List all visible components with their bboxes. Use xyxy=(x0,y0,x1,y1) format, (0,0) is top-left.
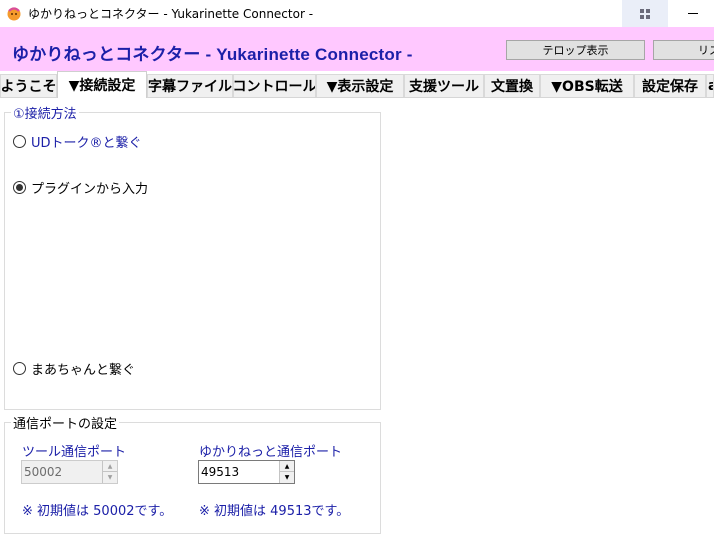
radio-udtalk-label: UDトーク®と繋ぐ xyxy=(31,136,142,151)
radio-maachan-label: まあちゃんと繋ぐ xyxy=(31,363,136,378)
minimize-icon xyxy=(688,13,698,14)
spin-up-arrow-icon[interactable]: ▲ xyxy=(103,461,117,472)
tab-obs-transfer[interactable]: ▼OBS転送 xyxy=(540,74,634,97)
yukarinette-port-stepper[interactable]: ▲ ▼ xyxy=(198,460,295,484)
tab-overflow[interactable]: a xyxy=(706,74,714,97)
tab-display-settings[interactable]: ▼表示設定 xyxy=(316,74,404,97)
tool-port-label: ツール通信ポート xyxy=(22,445,127,460)
connection-method-legend: ①接続方法 xyxy=(11,103,79,122)
snap-layout-button[interactable] xyxy=(622,0,668,27)
radio-maachan[interactable]: まあちゃんと繋ぐ xyxy=(13,359,135,378)
minimize-button[interactable] xyxy=(672,0,714,27)
radio-plugin-input[interactable]: プラグインから入力 xyxy=(13,178,148,197)
tool-port-default-note: ※ 初期値は 50002です。 xyxy=(22,504,173,519)
tab-control[interactable]: コントロール xyxy=(233,74,316,97)
tab-subtitle-file[interactable]: 字幕ファイル xyxy=(147,74,233,97)
spin-down-arrow-icon[interactable]: ▼ xyxy=(103,472,117,483)
app-header: ゆかりねっとコネクター - Yukarinette Connector - テロ… xyxy=(0,27,714,71)
radio-button-unchecked[interactable] xyxy=(13,362,26,375)
port-settings-legend: 通信ポートの設定 xyxy=(11,413,120,432)
tab-welcome[interactable]: ようこそ xyxy=(0,74,57,97)
app-title: ゆかりねっとコネクター - Yukarinette Connector - xyxy=(12,45,413,64)
radio-button-checked[interactable] xyxy=(13,181,26,194)
radio-udtalk[interactable]: UDトーク®と繋ぐ xyxy=(13,132,142,151)
tool-port-stepper[interactable]: ▲ ▼ xyxy=(21,460,118,484)
telop-display-button[interactable]: テロップ表示 xyxy=(506,40,645,60)
tab-support-tools[interactable]: 支援ツール xyxy=(404,74,484,97)
yukarinette-port-spin-buttons: ▲ ▼ xyxy=(279,461,294,483)
tool-port-input[interactable] xyxy=(22,461,100,483)
window-title: ゆかりねっとコネクター - Yukarinette Connector - xyxy=(28,7,314,21)
spin-down-arrow-icon[interactable]: ▼ xyxy=(280,472,294,483)
title-bar: ゆかりねっとコネクター - Yukarinette Connector - xyxy=(0,0,714,27)
yukarinette-port-input[interactable] xyxy=(199,461,277,483)
tab-connection-settings[interactable]: ▼接続設定 xyxy=(57,71,147,98)
list-button[interactable]: リス xyxy=(653,40,714,60)
radio-plugin-input-label: プラグインから入力 xyxy=(31,182,149,197)
app-logo-icon xyxy=(7,7,21,21)
yukarinette-port-default-note: ※ 初期値は 49513です。 xyxy=(199,504,350,519)
grid-icon xyxy=(640,8,650,19)
tab-text-replace[interactable]: 文置換 xyxy=(484,74,540,97)
yukarinette-port-label: ゆかりねっと通信ポート xyxy=(199,445,343,460)
tab-save-settings[interactable]: 設定保存 xyxy=(634,74,706,97)
radio-button-unchecked[interactable] xyxy=(13,135,26,148)
tool-port-spin-buttons: ▲ ▼ xyxy=(102,461,117,483)
spin-up-arrow-icon[interactable]: ▲ xyxy=(280,461,294,472)
